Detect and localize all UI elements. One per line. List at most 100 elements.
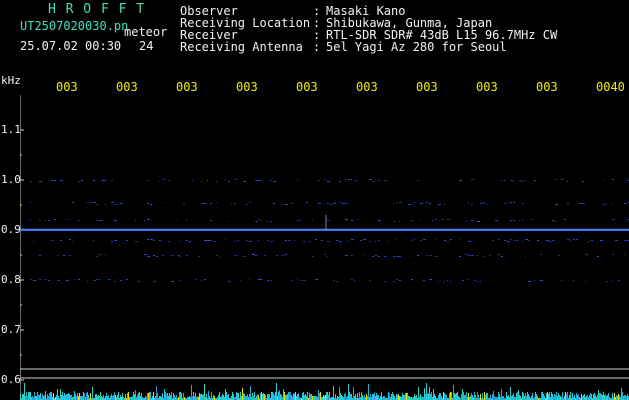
faint-trace-pixel (204, 203, 206, 204)
noise-bar (590, 393, 591, 400)
noise-bar (289, 392, 290, 400)
y-ticks (20, 129, 24, 381)
noise-bar (589, 395, 590, 400)
noise-bar (490, 395, 491, 400)
faint-trace-pixel (177, 219, 178, 220)
faint-trace-pixel (618, 280, 620, 281)
noise-bar (218, 395, 219, 400)
faint-trace-pixel (507, 241, 510, 242)
y-label-1.0: 1.0 (1, 173, 21, 186)
noise-bar (578, 394, 579, 400)
noise-bar (462, 389, 463, 400)
faint-trace-pixel (546, 240, 549, 241)
faint-trace-pixel (207, 240, 210, 241)
faint-trace-pixel (471, 220, 473, 221)
faint-trace-pixel (96, 204, 98, 205)
faint-trace-pixel (624, 254, 625, 255)
noise-bar (587, 395, 588, 400)
noise-bar (211, 392, 212, 400)
faint-trace-pixel (516, 240, 518, 241)
faint-trace-pixel (408, 204, 411, 205)
faint-trace-pixel (522, 181, 524, 182)
faint-trace-pixel (528, 240, 530, 241)
faint-trace-pixel (540, 280, 543, 281)
noise-bar (598, 390, 599, 400)
faint-trace-pixel (162, 202, 163, 203)
noise-bar (547, 392, 548, 400)
noise-bar (397, 395, 398, 400)
faint-trace-pixel (246, 204, 248, 205)
faint-trace-pixel (315, 279, 318, 280)
antenna-value: 5el Yagi Az 280 for Seoul (326, 40, 507, 54)
faint-trace-pixel (483, 256, 484, 257)
noise-bar (29, 392, 30, 400)
noise-bar (57, 389, 58, 400)
faint-trace-pixel (612, 280, 613, 281)
faint-trace-pixel (93, 180, 95, 181)
faint-trace-pixel (363, 239, 366, 240)
noise-bar (137, 395, 138, 400)
faint-trace-pixel (93, 240, 94, 241)
noise-bar (171, 392, 172, 400)
noise-bar (375, 396, 376, 400)
faint-trace-pixel (396, 202, 398, 203)
faint-trace-pixel (585, 281, 586, 282)
faint-trace-pixel (87, 202, 88, 203)
noise-bar (532, 393, 533, 400)
faint-trace-pixel (201, 203, 204, 204)
faint-trace-pixel (90, 202, 92, 203)
noise-bar (424, 388, 425, 400)
faint-trace-pixel (369, 241, 371, 242)
faint-trace-pixel (273, 181, 276, 182)
noise-bar (471, 393, 472, 400)
faint-trace-pixel (291, 203, 294, 204)
noise-bar (195, 393, 196, 400)
noise-bar (357, 393, 358, 400)
noise-bar (51, 392, 52, 400)
noise-bar (525, 393, 526, 400)
noise-bar (528, 394, 529, 400)
faint-trace-pixel (183, 203, 185, 204)
noise-bar (77, 393, 78, 400)
noise-bar (607, 395, 608, 400)
noise-bar (574, 395, 575, 400)
faint-trace-pixel (33, 241, 34, 242)
noise-bar (264, 394, 265, 400)
faint-trace-pixel (66, 280, 69, 281)
faint-trace-pixel (558, 255, 560, 256)
faint-trace-pixel (489, 255, 491, 256)
noise-bar (558, 393, 559, 400)
noise-bar (208, 391, 209, 400)
noise-bar (378, 395, 379, 400)
noise-bar (309, 393, 310, 400)
faint-trace-pixel (192, 180, 193, 181)
faint-trace-pixel (168, 180, 170, 181)
faint-trace-pixel (504, 240, 507, 241)
noise-bar (604, 395, 605, 400)
faint-trace-pixel (156, 256, 158, 257)
faint-trace-pixel (297, 220, 299, 221)
faint-trace-pixel (351, 279, 353, 280)
faint-trace-pixel (108, 279, 111, 280)
faint-trace-pixel (99, 220, 102, 221)
y-label-0.9: 0.9 (1, 223, 21, 236)
noise-bar (461, 394, 462, 400)
noise-bar (376, 393, 377, 400)
noise-bar (524, 396, 525, 400)
noise-bar (87, 392, 88, 400)
noise-bar (625, 395, 626, 400)
noise-bar (165, 392, 166, 400)
noise-bar (556, 392, 557, 400)
noise-bar (288, 392, 289, 400)
faint-trace-pixel (234, 255, 237, 256)
noise-bar (381, 392, 382, 400)
noise-bar (409, 396, 410, 400)
faint-trace-pixel (99, 181, 100, 182)
noise-bar (475, 395, 476, 400)
faint-trace-pixel (357, 219, 358, 220)
faint-trace-pixel (474, 280, 476, 281)
faint-trace-pixel (270, 241, 273, 242)
faint-trace-pixel (345, 179, 346, 180)
faint-trace-pixel (270, 280, 272, 281)
noise-bar (263, 393, 264, 400)
